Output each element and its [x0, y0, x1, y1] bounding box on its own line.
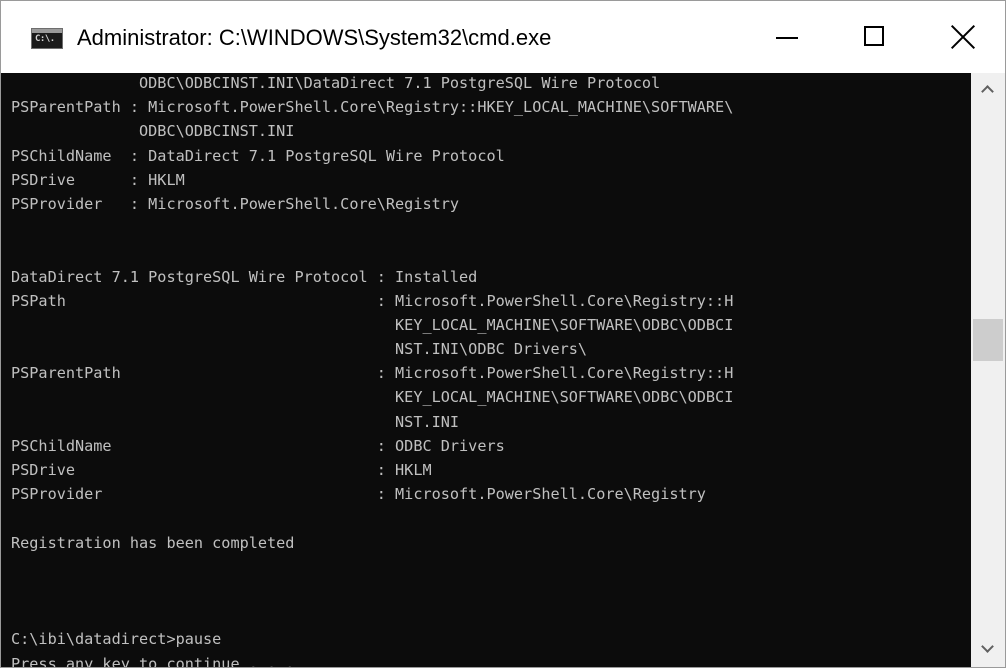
console-line: PSDrive : HKLM — [11, 461, 432, 479]
console-line: PSChildName : ODBC Drivers — [11, 436, 505, 455]
scrollbar-thumb[interactable] — [973, 319, 1003, 361]
chevron-up-icon — [981, 85, 994, 98]
console-line: DataDirect 7.1 PostgreSQL Wire Protocol … — [11, 267, 478, 286]
console-line: PSProvider : Microsoft.PowerShell.Core\R… — [11, 485, 706, 504]
scroll-down-button[interactable] — [971, 633, 1005, 667]
console-line: PSProvider : Microsoft.PowerShell.Core\R… — [11, 194, 460, 213]
console-line: KEY_LOCAL_MACHINE\SOFTWARE\ODBC\ODBCI — [11, 388, 734, 407]
console-line: NST.INI — [11, 412, 460, 431]
cmd-icon[interactable]: C:\. — [31, 28, 63, 49]
cmd-window: C:\. Administrator: C:\WINDOWS\System32\… — [0, 0, 1006, 668]
maximize-icon — [864, 26, 884, 46]
console-line: C:\ibi\datadirect>pause — [11, 630, 222, 649]
console-line: PSDrive : HKLM — [11, 170, 185, 189]
console-line: PSPath : Microsoft.PowerShell.Core\Regis… — [11, 291, 734, 310]
console-line: NST.INI\ODBC Drivers\ — [11, 340, 588, 359]
maximize-button[interactable] — [831, 1, 919, 73]
console-line: ODBC\ODBCINST.INI — [11, 122, 295, 141]
minimize-icon — [776, 37, 798, 39]
console-line: KEY_LOCAL_MACHINE\SOFTWARE\ODBC\ODBCI — [11, 315, 734, 334]
minimize-button[interactable] — [743, 1, 831, 73]
console-line: PSParentPath : Microsoft.PowerShell.Core… — [11, 98, 734, 117]
chevron-down-icon — [981, 640, 994, 653]
vertical-scrollbar[interactable] — [971, 73, 1005, 667]
console-line: PSParentPath : Microsoft.PowerShell.Core… — [11, 364, 734, 383]
title-bar[interactable]: C:\. Administrator: C:\WINDOWS\System32\… — [1, 1, 1005, 73]
console-text: ODBC\ODBCINST.INI\DataDirect 7.1 Postgre… — [11, 73, 733, 667]
console-output[interactable]: ODBC\ODBCINST.INI\DataDirect 7.1 Postgre… — [1, 73, 971, 667]
close-button[interactable] — [919, 1, 1005, 73]
window-title: Administrator: C:\WINDOWS\System32\cmd.e… — [77, 25, 552, 50]
console-line: Registration has been completed — [11, 533, 295, 552]
cmd-icon-text: C:\. — [35, 34, 55, 44]
console-line: ODBC\ODBCINST.INI\DataDirect 7.1 Postgre… — [11, 74, 661, 92]
console-line: Press any key to continue . . . — [11, 654, 295, 668]
scroll-up-button[interactable] — [971, 73, 1005, 107]
console-line: PSChildName : DataDirect 7.1 PostgreSQL … — [11, 146, 505, 165]
close-icon — [950, 24, 976, 50]
